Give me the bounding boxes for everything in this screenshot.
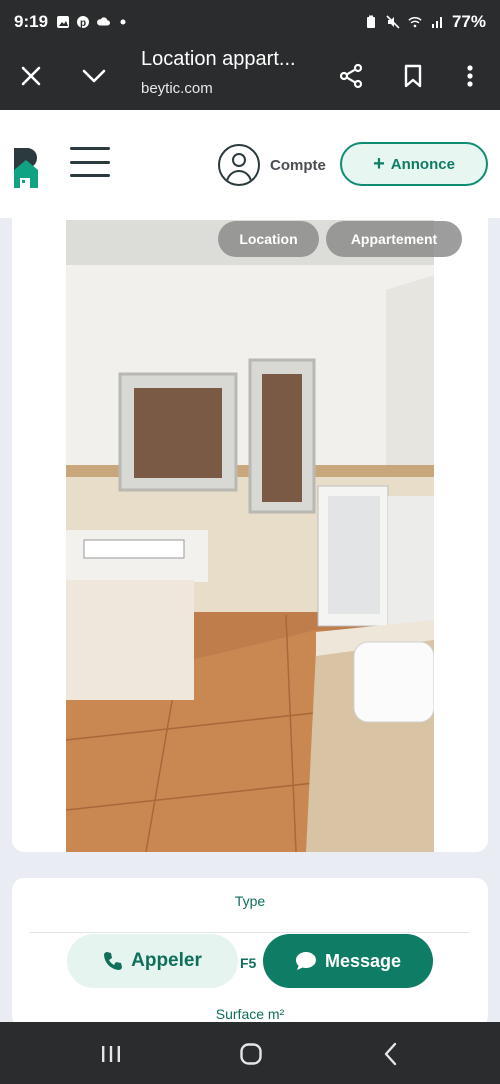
battery-percent: 77% bbox=[451, 12, 486, 31]
back-button[interactable] bbox=[376, 1039, 406, 1069]
account-label: Compte bbox=[270, 156, 326, 174]
close-icon bbox=[21, 66, 41, 86]
phone-icon bbox=[104, 952, 123, 970]
home-button[interactable] bbox=[236, 1039, 266, 1069]
mute-icon bbox=[386, 15, 400, 29]
account-icon bbox=[218, 144, 260, 186]
beytic-logo[interactable] bbox=[8, 144, 48, 196]
pinterest-icon: p bbox=[77, 16, 90, 29]
close-button[interactable] bbox=[13, 58, 49, 94]
status-bar: 9:19 p 77% bbox=[0, 0, 500, 44]
chat-bubble-icon bbox=[295, 952, 316, 970]
recent-apps-icon bbox=[102, 1046, 120, 1062]
menu-icon-line bbox=[70, 147, 110, 150]
plus-icon: + bbox=[373, 153, 385, 175]
message-button[interactable]: Message bbox=[263, 934, 433, 988]
system-nav-bar bbox=[0, 1022, 500, 1084]
chevron-down-icon bbox=[82, 69, 106, 83]
cloud-icon bbox=[97, 17, 111, 26]
share-button[interactable] bbox=[333, 58, 369, 94]
signal-icon bbox=[431, 17, 442, 28]
collapse-button[interactable] bbox=[76, 58, 112, 94]
home-icon bbox=[240, 1043, 262, 1065]
site-header: Compte + Annonce bbox=[0, 110, 500, 218]
recent-apps-button[interactable] bbox=[96, 1039, 126, 1069]
type-label: Type bbox=[234, 893, 266, 909]
share-icon bbox=[339, 63, 363, 89]
surface-label: Surface m² bbox=[215, 1006, 285, 1022]
call-button[interactable]: Appeler bbox=[67, 934, 238, 988]
new-listing-label: Annonce bbox=[390, 155, 455, 173]
tag-apartment[interactable]: Appartement bbox=[326, 221, 462, 257]
more-button[interactable] bbox=[452, 58, 488, 94]
page-url: beytic.com bbox=[141, 80, 213, 97]
new-listing-button[interactable]: + Annonce bbox=[340, 142, 488, 186]
message-label: Message bbox=[324, 950, 402, 971]
menu-button[interactable] bbox=[70, 144, 110, 180]
dot-icon bbox=[120, 19, 126, 25]
kitchen-photo-image bbox=[66, 220, 434, 852]
gallery-icon bbox=[57, 16, 70, 28]
listing-photo[interactable] bbox=[66, 220, 434, 852]
bookmark-icon bbox=[404, 64, 422, 88]
call-label: Appeler bbox=[131, 950, 202, 971]
back-icon bbox=[384, 1042, 397, 1066]
page-title: Location appart... bbox=[141, 48, 296, 70]
svg-text:p: p bbox=[80, 18, 86, 29]
tag-location[interactable]: Location bbox=[218, 221, 319, 257]
browser-toolbar: Location appart... beytic.com bbox=[0, 44, 500, 110]
menu-icon-line bbox=[70, 174, 110, 177]
menu-icon-line bbox=[70, 160, 110, 164]
wifi-icon bbox=[408, 17, 422, 28]
divider bbox=[30, 932, 470, 933]
status-time: 9:19 bbox=[14, 12, 49, 31]
battery-saver-icon bbox=[366, 15, 375, 28]
type-value: F5 bbox=[240, 955, 257, 971]
account-button[interactable]: Compte bbox=[218, 144, 326, 186]
more-vert-icon bbox=[467, 65, 473, 87]
bookmark-button[interactable] bbox=[395, 58, 431, 94]
